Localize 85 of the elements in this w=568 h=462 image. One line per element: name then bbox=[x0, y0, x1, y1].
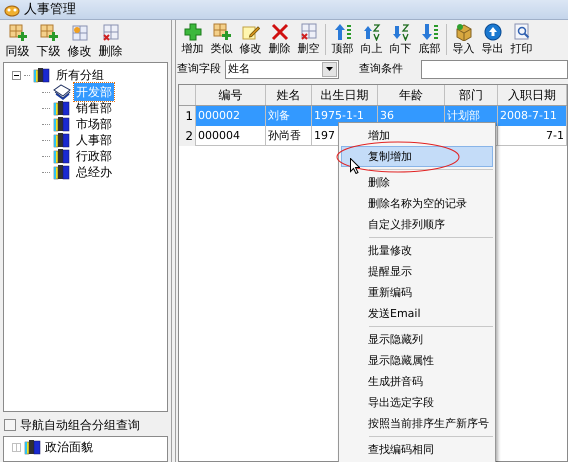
toolbar-button[interactable]: 下级 bbox=[33, 23, 64, 59]
sort-up-icon bbox=[362, 23, 380, 41]
menu-item[interactable]: 生成拼音码 bbox=[341, 371, 493, 392]
tree-item[interactable]: 行政部 bbox=[74, 147, 114, 165]
menu-item[interactable]: 复制增加 bbox=[341, 146, 493, 167]
table-cell: 2008-7-11 bbox=[498, 106, 567, 126]
column-header[interactable]: 年龄 bbox=[378, 85, 445, 105]
sort-down-icon bbox=[392, 23, 410, 41]
arrow-up-bars-icon bbox=[334, 23, 352, 41]
toolbar-button[interactable]: 增加 bbox=[178, 22, 207, 57]
toolbar-button[interactable]: 向上 bbox=[357, 22, 386, 57]
table-cell: 000004 bbox=[196, 126, 266, 146]
menu-item[interactable]: 发送Email bbox=[341, 303, 493, 324]
books-icon bbox=[53, 164, 71, 180]
toolbar-button[interactable]: 删空 bbox=[294, 22, 323, 57]
column-header[interactable]: 出生日期 bbox=[312, 85, 378, 105]
condition-field[interactable] bbox=[421, 60, 568, 78]
books-icon bbox=[24, 439, 42, 455]
grid-plus-icon bbox=[40, 24, 58, 42]
toolbar-button[interactable]: 顶部 bbox=[328, 22, 357, 57]
menu-item[interactable]: 显示隐藏属性 bbox=[341, 350, 493, 371]
window-title: 人事管理 bbox=[24, 0, 76, 19]
field-label: 查询字段 bbox=[177, 60, 221, 77]
column-header[interactable]: 编号 bbox=[196, 85, 266, 105]
condition-label: 查询条件 bbox=[359, 60, 403, 77]
row-number: 1 bbox=[179, 106, 196, 126]
column-header[interactable]: 姓名 bbox=[266, 85, 312, 105]
tree-item[interactable]: 销售部 bbox=[74, 99, 114, 117]
collapse-toggle[interactable] bbox=[12, 70, 21, 80]
menu-item[interactable]: 重新编码 bbox=[341, 282, 493, 303]
books-icon bbox=[53, 148, 71, 164]
row-number: 2 bbox=[179, 126, 196, 146]
plus-icon bbox=[184, 23, 202, 41]
app-icon bbox=[4, 2, 20, 16]
grid-plus-icon bbox=[8, 24, 26, 42]
toolbar-button[interactable]: 修改 bbox=[64, 23, 95, 59]
toolbar-button[interactable]: 删除 bbox=[95, 23, 126, 59]
menu-item[interactable]: 删除 bbox=[341, 172, 493, 193]
toolbar-button[interactable]: 类似 bbox=[207, 22, 236, 57]
menu-item[interactable]: 显示隐藏列 bbox=[341, 329, 493, 350]
menu-item[interactable]: 删除名称为空的记录 bbox=[341, 193, 493, 214]
column-header[interactable]: 入职日期 bbox=[498, 85, 567, 105]
grid-delete-icon bbox=[102, 24, 120, 42]
tree-item[interactable]: 人事部 bbox=[74, 131, 114, 149]
toolbar-button[interactable]: 导出 bbox=[478, 22, 507, 57]
toolbar-button[interactable]: 向下 bbox=[386, 22, 415, 57]
table-cell: 7-1 bbox=[498, 126, 567, 146]
box-icon bbox=[454, 23, 472, 41]
toolbar-button[interactable]: 同级 bbox=[2, 23, 33, 59]
field-dropdown[interactable]: 姓名 bbox=[225, 60, 339, 78]
tree-item[interactable]: 政治面貌 bbox=[45, 438, 93, 456]
open-book-icon bbox=[53, 84, 71, 100]
checkbox[interactable] bbox=[4, 419, 16, 431]
menu-item[interactable]: 按照当前排序生产新序号 bbox=[341, 413, 493, 434]
menu-item[interactable]: 提醒显示 bbox=[341, 261, 493, 282]
arrow-down-bars-icon bbox=[420, 23, 438, 41]
toolbar-button[interactable]: 修改 bbox=[236, 22, 265, 57]
menu-item[interactable]: 导出选定字段 bbox=[341, 392, 493, 413]
menu-item[interactable]: 查找编码相同 bbox=[341, 439, 493, 460]
tree-item[interactable]: 市场部 bbox=[74, 115, 114, 133]
toolbar-button[interactable]: 底部 bbox=[415, 22, 444, 57]
preview-icon bbox=[512, 23, 530, 41]
books-icon bbox=[53, 100, 71, 116]
grid-delete-icon bbox=[300, 23, 318, 41]
table-cell: 刘备 bbox=[266, 106, 312, 126]
menu-item[interactable]: 自定义排列顺序 bbox=[341, 214, 493, 235]
checkbox-label: 导航自动组合分组查询 bbox=[20, 417, 140, 434]
table-cell: 000002 bbox=[196, 106, 266, 126]
toolbar-button[interactable]: 删除 bbox=[265, 22, 294, 57]
mouse-cursor-icon bbox=[350, 158, 360, 174]
expand-toggle[interactable] bbox=[12, 442, 21, 452]
books-icon bbox=[33, 67, 51, 83]
toolbar-button[interactable]: 打印 bbox=[507, 22, 536, 57]
grid-plus-icon bbox=[212, 23, 230, 41]
tree-item[interactable]: 总经办 bbox=[74, 163, 114, 181]
toolbar-button[interactable]: 导入 bbox=[449, 22, 478, 57]
delete-icon bbox=[270, 23, 288, 41]
menu-item[interactable]: 批量修改 bbox=[341, 240, 493, 261]
tree-item[interactable]: 所有分组 bbox=[54, 66, 106, 84]
books-icon bbox=[53, 132, 71, 148]
upload-icon bbox=[484, 23, 502, 41]
grid-icon bbox=[70, 24, 88, 42]
column-header[interactable]: 部门 bbox=[445, 85, 498, 105]
table-cell: 孙尚香 bbox=[266, 126, 312, 146]
books-icon bbox=[53, 116, 71, 132]
